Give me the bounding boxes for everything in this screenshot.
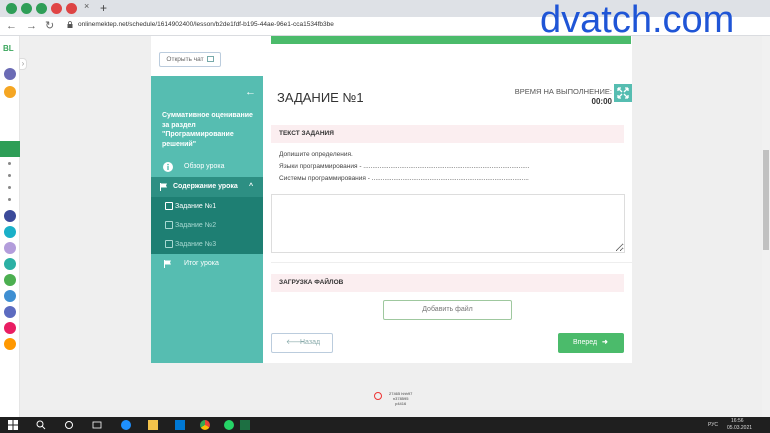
sidebar-item-label: Содержание урока xyxy=(173,183,238,190)
info-icon xyxy=(163,162,173,172)
sidebar-item-label: Обзор урока xyxy=(184,163,225,170)
footer-logo xyxy=(374,392,382,400)
app-icon[interactable] xyxy=(4,258,16,270)
dot-icon xyxy=(8,198,11,201)
sidebar-title: Суммативное оценивание за раздел "Програ… xyxy=(162,112,253,148)
top-green-bar xyxy=(271,36,631,44)
app-icon[interactable] xyxy=(4,290,16,302)
url-field[interactable]: onlinemektep.net/schedule/1614902400/les… xyxy=(78,21,334,28)
rail-logo: BL xyxy=(3,44,14,53)
scrollbar-thumb[interactable] xyxy=(763,150,769,250)
sidebar-back-icon[interactable]: ← xyxy=(245,86,256,98)
sidebar-item-label: Итог урока xyxy=(184,260,219,267)
search-icon[interactable] xyxy=(36,420,46,430)
sidebar-item-overview[interactable]: Обзор урока xyxy=(151,157,263,177)
upload-header: ЗАГРУЗКА ФАЙЛОВ xyxy=(271,274,624,292)
edit-icon xyxy=(165,221,173,229)
footer-line: p4416 xyxy=(395,401,407,406)
dot-icon xyxy=(8,162,11,165)
reload-icon[interactable]: ↻ xyxy=(45,19,54,33)
sidebar-subitem-label: Задание №1 xyxy=(175,203,217,210)
flag-icon xyxy=(164,260,171,268)
app-icon[interactable] xyxy=(4,86,16,98)
whatsapp-tab-icon[interactable] xyxy=(36,3,47,14)
edge-icon[interactable] xyxy=(121,420,131,430)
dot-icon xyxy=(8,174,11,177)
sidebar-subitem-task-1[interactable]: Задание №1 xyxy=(151,197,263,216)
chevron-up-icon: ^ xyxy=(249,183,254,190)
app-icon[interactable] xyxy=(4,322,16,334)
file-explorer-icon[interactable] xyxy=(148,420,158,430)
avatar[interactable] xyxy=(4,68,16,80)
task-text-line: Системы программирования - .............… xyxy=(279,175,529,182)
language-indicator[interactable]: РУС xyxy=(708,422,718,428)
app-icon[interactable] xyxy=(4,210,16,222)
divider xyxy=(271,262,632,263)
time-label: ВРЕМЯ НА ВЫПОЛНЕНИЕ: xyxy=(514,87,612,96)
task-text-header: ТЕКСТ ЗАДАНИЯ xyxy=(271,125,624,143)
clock-time[interactable]: 16:56 xyxy=(731,418,744,424)
app-icon[interactable] xyxy=(4,274,16,286)
dot-icon xyxy=(8,186,11,189)
sidebar-subitem-task-2[interactable]: Задание №2 xyxy=(151,216,263,235)
sidebar-item-content[interactable]: Содержание урока ^ xyxy=(151,177,263,197)
windows-start-icon[interactable] xyxy=(8,420,18,430)
edit-icon xyxy=(165,240,173,248)
clock-date[interactable]: 05.03.2021 xyxy=(727,425,752,431)
open-chat-label: Открыть чат xyxy=(166,56,204,63)
flag-icon xyxy=(160,183,167,191)
app-icon[interactable] xyxy=(4,338,16,350)
forward-arrow-icon[interactable]: → xyxy=(26,19,37,33)
app-icon[interactable] xyxy=(4,306,16,318)
windows-taskbar: РУС 16:56 05.03.2021 xyxy=(0,417,770,433)
chrome-icon[interactable] xyxy=(200,420,210,430)
cortana-icon[interactable] xyxy=(64,420,74,430)
fullscreen-button[interactable] xyxy=(614,84,632,102)
next-label: Вперед xyxy=(573,339,598,346)
task-view-icon[interactable] xyxy=(92,420,102,430)
whatsapp-tab-icon[interactable] xyxy=(21,3,32,14)
add-file-button[interactable]: Добавить файл xyxy=(383,300,512,320)
sidebar-subitem-task-3[interactable]: Задание №3 xyxy=(151,235,263,254)
sidebar-subitem-label: Задание №3 xyxy=(175,241,217,248)
new-tab-button[interactable]: + xyxy=(100,0,107,16)
site-tab-icon[interactable] xyxy=(51,3,62,14)
back-button[interactable]: 🡐 Назад xyxy=(271,333,333,353)
task-text-line: Языки программирования - ...............… xyxy=(279,163,530,170)
page-title: ЗАДАНИЕ №1 xyxy=(277,90,364,105)
back-label: Назад xyxy=(300,339,321,346)
arrow-right-icon: ➜ xyxy=(602,339,608,346)
back-arrow-icon[interactable]: ← xyxy=(6,19,17,33)
store-icon[interactable] xyxy=(175,420,185,430)
whatsapp-tab-icon[interactable] xyxy=(6,3,17,14)
lock-icon xyxy=(67,21,73,28)
sidebar-subitem-label: Задание №2 xyxy=(175,222,217,229)
site-tab-icon[interactable] xyxy=(66,3,77,14)
app-icon[interactable] xyxy=(4,226,16,238)
excel-icon[interactable] xyxy=(240,420,250,430)
footer-info: 27465 hhh97 n378595 p4416 xyxy=(389,391,412,406)
task-text-line: Допишите определения. xyxy=(279,151,353,158)
edit-icon xyxy=(165,202,173,210)
open-chat-button[interactable]: Открыть чат xyxy=(159,52,221,67)
close-tab-icon[interactable]: × xyxy=(84,1,89,11)
app-icon[interactable] xyxy=(4,242,16,254)
expand-icon xyxy=(617,87,629,99)
watermark: dvatch.com xyxy=(540,0,735,41)
app-rail: BL › xyxy=(0,36,27,417)
time-value: 00:00 xyxy=(591,97,612,106)
whatsapp-icon[interactable] xyxy=(224,420,234,430)
chat-icon xyxy=(206,56,214,62)
next-button[interactable]: Вперед ➜ xyxy=(558,333,624,353)
sidebar-item-summary[interactable]: Итог урока xyxy=(151,254,263,274)
active-app-icon[interactable] xyxy=(0,141,20,157)
answer-textarea[interactable] xyxy=(271,194,625,253)
rail-expand-icon[interactable]: › xyxy=(19,58,27,70)
